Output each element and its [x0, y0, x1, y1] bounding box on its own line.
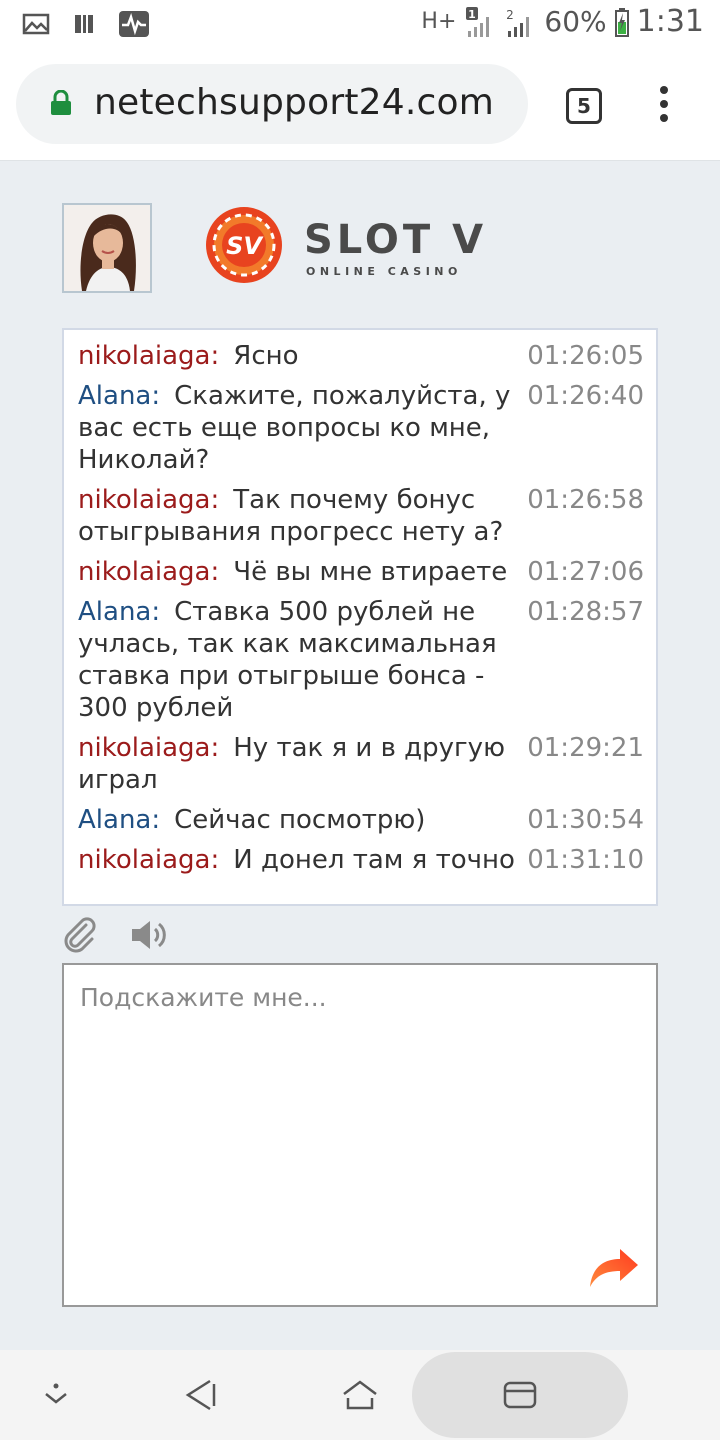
signal-sim2-icon: 2: [507, 8, 530, 37]
message-body: Alana: Сейчас посмотрю): [78, 804, 518, 836]
svg-text:2: 2: [507, 8, 515, 22]
tab-switcher-button[interactable]: 5: [566, 88, 602, 124]
back-icon[interactable]: [184, 1378, 218, 1412]
message-author: Alana:: [78, 597, 161, 627]
message-time: 01:30:54: [527, 805, 644, 835]
message-body: nikolaiaga: Ну так я и в другую играл: [78, 732, 518, 796]
send-arrow-icon[interactable]: [586, 1245, 640, 1289]
message-text: Чё вы мне втираете: [233, 557, 508, 587]
address-bar[interactable]: netechsupport24.com: [16, 64, 528, 144]
message-author: nikolaiaga:: [78, 557, 220, 587]
chat-tools: [62, 913, 168, 957]
chat-message: nikolaiaga: Так почему бонус отыгрывания …: [78, 484, 644, 548]
android-nav-bar: [0, 1350, 720, 1440]
message-time: 01:26:58: [527, 485, 644, 515]
svg-text:1: 1: [469, 8, 477, 21]
overflow-menu-button[interactable]: [656, 86, 672, 126]
message-time: 01:31:10: [527, 845, 644, 875]
clock: 1:31: [636, 4, 704, 39]
message-text: Сейчас посмотрю): [174, 805, 426, 835]
chat-message: 500 рублей: [78, 330, 644, 332]
message-author: nikolaiaga:: [78, 733, 220, 763]
signal-sim1-icon: 1: [466, 6, 490, 37]
paperclip-icon[interactable]: [62, 917, 98, 953]
message-text: И донел там я точно: [233, 845, 515, 875]
activity-icon: [119, 11, 149, 37]
message-author: nikolaiaga:: [78, 845, 220, 875]
svg-text:ONLINE CASINO: ONLINE CASINO: [306, 265, 462, 278]
message-input-box: [62, 963, 658, 1307]
message-body: Alana: Скажите, пожалуйста, у вас есть ещ…: [78, 380, 518, 476]
message-time: 01:26:40: [527, 381, 644, 411]
battery-charging-icon: [614, 7, 629, 37]
lock-icon: [51, 90, 71, 115]
chat-page: SV SLOT V ONLINE CASINO 500 рублей nikola…: [0, 160, 720, 1350]
message-input[interactable]: [64, 965, 656, 1305]
message-body: nikolaiaga: Чё вы мне втираете: [78, 556, 518, 588]
slotv-logo: SV SLOT V ONLINE CASINO: [204, 205, 524, 291]
chat-message: nikolaiaga: Ну так я и в другую играл 01:2…: [78, 732, 644, 796]
message-time: 01:29:21: [527, 733, 644, 763]
browser-toolbar: netechsupport24.com 5: [0, 52, 720, 160]
message-body: Alana: Ставка 500 рублей не учлась, так к…: [78, 596, 518, 724]
bookmark-book-icon: [75, 15, 93, 33]
chat-log[interactable]: 500 рублейnikolaiaga:Ясно01:26:05Alana:С…: [62, 328, 658, 906]
chat-message: nikolaiaga: Ясно 01:26:05: [78, 340, 644, 372]
svg-text:SLOT V: SLOT V: [304, 217, 487, 263]
battery-percent: 60%: [544, 5, 607, 38]
network-type-label: H+: [421, 9, 457, 34]
hide-keyboard-icon[interactable]: [40, 1378, 72, 1408]
message-time: 01:26:05: [527, 341, 644, 371]
home-icon[interactable]: [340, 1378, 380, 1412]
chat-message: Alana: Сейчас посмотрю) 01:30:54: [78, 804, 644, 836]
message-author: nikolaiaga:: [78, 485, 220, 515]
svg-text:SV: SV: [226, 232, 264, 260]
chat-message: nikolaiaga: Чё вы мне втираете 01:27:06: [78, 556, 644, 588]
message-body: nikolaiaga: Так почему бонус отыгрывания …: [78, 484, 518, 548]
message-author: Alana:: [78, 381, 161, 411]
chat-message: Alana: Скажите, пожалуйста, у вас есть ещ…: [78, 380, 644, 476]
url-text[interactable]: netechsupport24.com: [94, 82, 494, 123]
message-time: 01:28:57: [527, 597, 644, 627]
status-bar: H+ 1 2 60% 1:31: [0, 0, 720, 52]
message-text: Ясно: [233, 341, 299, 371]
chat-message: Alana: Ставка 500 рублей не учлась, так к…: [78, 596, 644, 724]
recent-apps-icon[interactable]: [502, 1378, 538, 1412]
message-body: 500 рублей: [78, 330, 518, 332]
gallery-icon: [22, 13, 50, 35]
operator-avatar: [62, 203, 152, 293]
message-text: 500 рублей: [78, 330, 233, 331]
sound-icon[interactable]: [128, 917, 168, 953]
message-body: nikolaiaga: Ясно: [78, 340, 518, 372]
message-author: nikolaiaga:: [78, 341, 220, 371]
message-author: Alana:: [78, 805, 161, 835]
chat-message: nikolaiaga: И донел там я точно 01:31:10: [78, 844, 644, 876]
message-body: nikolaiaga: И донел там я точно: [78, 844, 518, 876]
message-time: 01:27:06: [527, 557, 644, 587]
